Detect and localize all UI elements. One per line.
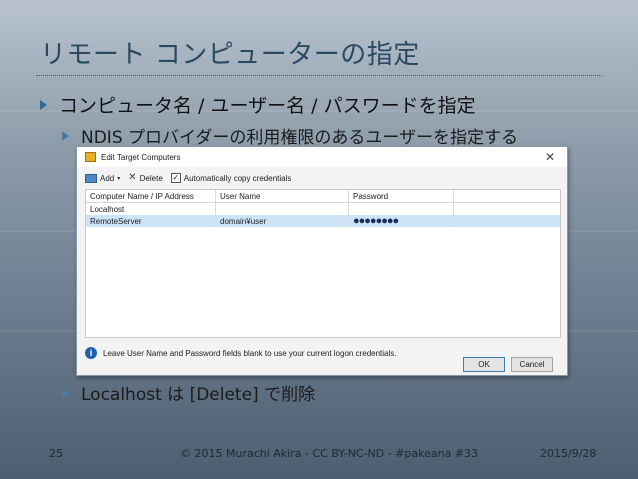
edit-target-computers-dialog: Edit Target Computers ✕ Add ▾ ✕ Delete ✓…	[76, 146, 568, 376]
cell-user[interactable]	[216, 203, 349, 215]
info-icon: i	[85, 347, 97, 359]
copy-credentials-label: Automatically copy credentials	[183, 173, 292, 183]
computers-grid: Computer Name / IP Address User Name Pas…	[85, 189, 561, 338]
add-computer-icon	[85, 173, 97, 183]
bullet-level2: NDIS プロバイダーの利用権限のあるユーザーを指定する	[62, 123, 518, 148]
cell-filler	[454, 203, 560, 215]
page-number: 25	[49, 447, 63, 460]
delete-label: Delete	[139, 173, 163, 183]
bullet-level2: Localhost は [Delete] で削除	[62, 380, 315, 405]
bullet-text: Localhost は [Delete] で削除	[81, 385, 316, 405]
column-header-computer[interactable]: Computer Name / IP Address	[86, 190, 216, 202]
bullet-arrow-icon	[62, 387, 69, 398]
add-label: Add	[100, 173, 115, 183]
grid-header-row: Computer Name / IP Address User Name Pas…	[86, 190, 560, 203]
column-header-password[interactable]: Password	[349, 190, 454, 202]
footer-date: 2015/9/28	[540, 447, 597, 460]
copy-credentials-checkbox[interactable]: ✓ Automatically copy credentials	[170, 173, 292, 183]
dialog-app-icon	[85, 152, 96, 162]
table-row[interactable]: Localhost	[86, 203, 560, 215]
bullet-text: NDIS プロバイダーの利用権限のあるユーザーを指定する	[81, 128, 518, 148]
cell-password[interactable]	[349, 203, 454, 215]
slide-title: リモート コンピューターの指定	[40, 40, 420, 70]
footer-copyright: © 2015 Murachi Akira - CC BY-NC-ND - #pa…	[180, 447, 479, 460]
slide: リモート コンピューターの指定 コンピュータ名 / ユーザー名 / パスワードを…	[0, 0, 638, 479]
info-text: Leave User Name and Password fields blan…	[103, 348, 397, 358]
cell-filler	[454, 215, 560, 227]
close-icon[interactable]: ✕	[545, 150, 555, 164]
ok-button[interactable]: OK	[463, 357, 505, 372]
cell-password[interactable]: ●●●●●●●●	[349, 215, 454, 227]
cancel-button[interactable]: Cancel	[511, 357, 553, 372]
table-row[interactable]: RemoteServer domain¥user ●●●●●●●●	[86, 215, 560, 227]
column-header-filler	[454, 190, 560, 202]
bullet-text: コンピュータ名 / ユーザー名 / パスワードを指定	[59, 95, 476, 117]
dialog-titlebar: Edit Target Computers ✕	[77, 147, 567, 167]
dialog-toolbar: Add ▾ ✕ Delete ✓ Automatically copy cred…	[77, 170, 567, 186]
bullet-level1: コンピュータ名 / ユーザー名 / パスワードを指定	[40, 91, 476, 118]
bullet-arrow-icon	[62, 130, 69, 141]
add-button[interactable]: Add ▾	[85, 173, 121, 183]
cell-computer[interactable]: Localhost	[86, 203, 216, 215]
chevron-down-icon: ▾	[117, 175, 121, 182]
cell-computer[interactable]: RemoteServer	[86, 215, 216, 227]
delete-button[interactable]: ✕ Delete	[128, 173, 163, 183]
dialog-title: Edit Target Computers	[101, 152, 181, 162]
bullet-arrow-icon	[40, 99, 47, 110]
delete-icon: ✕	[128, 172, 137, 183]
column-header-user[interactable]: User Name	[216, 190, 349, 202]
title-divider	[36, 75, 602, 76]
checkbox-checked-icon: ✓	[170, 173, 181, 183]
cell-user[interactable]: domain¥user	[216, 215, 349, 227]
